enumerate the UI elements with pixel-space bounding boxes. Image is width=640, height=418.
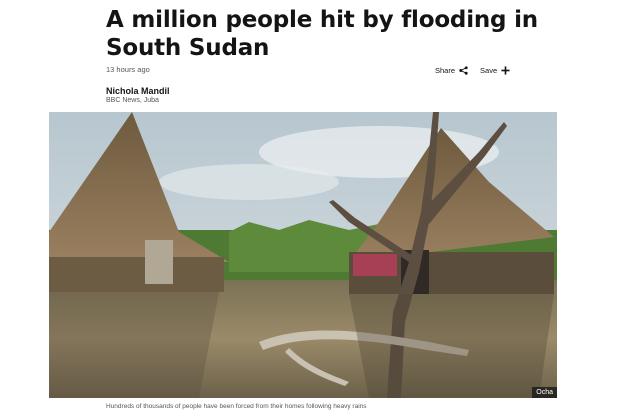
- save-button[interactable]: Save: [480, 66, 510, 75]
- share-icon: [459, 66, 468, 75]
- share-label: Share: [435, 66, 456, 75]
- plus-icon: [501, 66, 510, 75]
- share-button[interactable]: Share: [435, 66, 468, 75]
- article-actions: Share Save: [435, 66, 510, 75]
- author-name: Nichola Mandil: [106, 86, 170, 96]
- article-timestamp: 13 hours ago: [106, 65, 150, 74]
- article-page: A million people hit by flooding in Sout…: [0, 0, 640, 418]
- author-role: BBC News, Juba: [106, 97, 159, 104]
- image-credit: Ocha: [532, 387, 557, 398]
- image-caption: Hundreds of thousands of people have bee…: [106, 403, 367, 410]
- flooded-huts-photo: [49, 112, 557, 398]
- article-image: Ocha: [49, 112, 557, 398]
- article-headline: A million people hit by flooding in Sout…: [106, 7, 538, 61]
- save-label: Save: [480, 66, 498, 75]
